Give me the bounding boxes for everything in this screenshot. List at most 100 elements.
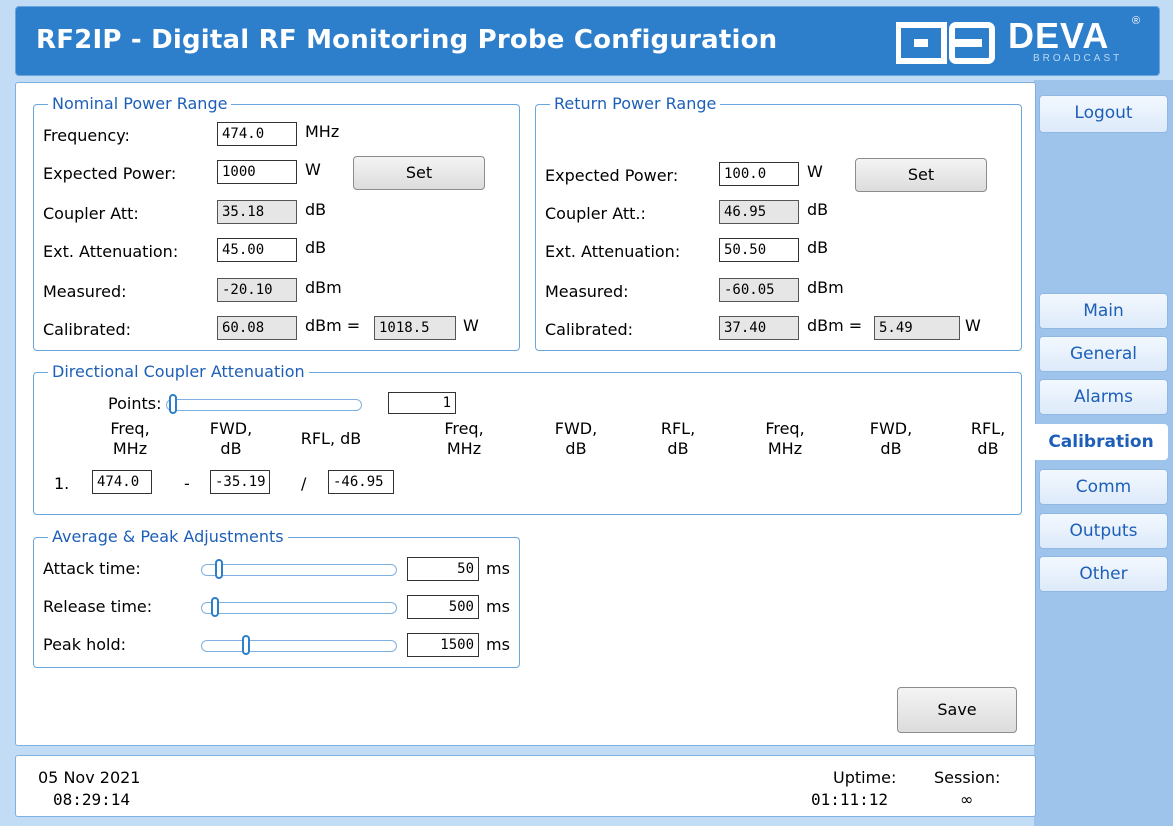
- row1-slash: /: [301, 474, 307, 493]
- average-peak-group: Average & Peak Adjustments Attack time: …: [33, 527, 520, 668]
- tab-general[interactable]: General: [1039, 336, 1168, 372]
- coupler-att-label: Coupler Att:: [43, 204, 139, 223]
- tab-calibration[interactable]: Calibration: [1034, 424, 1168, 460]
- logout-button[interactable]: Logout: [1039, 95, 1168, 133]
- save-button[interactable]: Save: [897, 687, 1017, 733]
- deva-logo-icon: [896, 22, 995, 64]
- return-ext-attenuation-label: Ext. Attenuation:: [545, 242, 681, 261]
- col-header-rfl-3: RFL, dB: [970, 419, 1006, 458]
- points-slider[interactable]: [166, 394, 362, 414]
- return-calibrated-label: Calibrated:: [545, 320, 634, 339]
- col-header-freq-3: Freq, MHz: [765, 419, 805, 458]
- main-panel: Nominal Power Range Frequency: 474.0 MHz…: [15, 82, 1036, 746]
- status-footer: 05 Nov 2021 08:29:14 Uptime: 01:11:12 Se…: [15, 755, 1036, 817]
- return-calibrated-dbm-unit: dBm =: [807, 316, 863, 335]
- return-calibrated-watts-value: 5.49: [874, 316, 960, 340]
- col-header-rfl-2: RFL, dB: [660, 419, 696, 458]
- frequency-label: Frequency:: [43, 126, 130, 145]
- logo-registered: ®: [1132, 15, 1141, 27]
- footer-date: 05 Nov 2021: [38, 768, 141, 787]
- attack-time-unit: ms: [486, 559, 510, 578]
- ext-attenuation-unit: dB: [305, 238, 327, 257]
- peak-hold-input[interactable]: 1500: [407, 633, 479, 657]
- expected-power-unit: W: [305, 160, 321, 179]
- frequency-input[interactable]: 474.0: [217, 122, 297, 146]
- coupler-att-unit: dB: [305, 200, 327, 219]
- col-header-rfl-1: RFL, dB: [300, 429, 362, 448]
- row-index: 1.: [54, 474, 70, 493]
- calibrated-watts-value: 1018.5: [374, 316, 456, 340]
- tab-comm[interactable]: Comm: [1039, 469, 1168, 505]
- peak-hold-slider-thumb[interactable]: [241, 635, 250, 655]
- average-peak-legend: Average & Peak Adjustments: [48, 527, 288, 547]
- peak-hold-unit: ms: [486, 635, 510, 654]
- row1-fwd-input[interactable]: -35.19: [210, 470, 270, 494]
- app-window: RF2IP - Digital RF Monitoring Probe Conf…: [0, 0, 1173, 826]
- return-expected-power-input[interactable]: 100.0: [719, 162, 799, 186]
- release-time-slider[interactable]: [201, 597, 397, 617]
- page-title: RF2IP - Digital RF Monitoring Probe Conf…: [36, 25, 778, 55]
- attack-time-input[interactable]: 50: [407, 557, 479, 581]
- coupler-att-value: 35.18: [217, 200, 297, 224]
- session-value: ∞: [960, 790, 974, 809]
- return-calibrated-watts-unit: W: [965, 316, 981, 335]
- directional-coupler-group: Directional Coupler Attenuation Points: …: [33, 362, 1022, 515]
- calibrated-label: Calibrated:: [43, 320, 132, 339]
- col-header-fwd-1: FWD, dB: [209, 419, 253, 458]
- col-header-fwd-2: FWD, dB: [554, 419, 598, 458]
- return-expected-power-label: Expected Power:: [545, 166, 679, 185]
- footer-time: 08:29:14: [53, 790, 131, 809]
- points-value[interactable]: 1: [388, 392, 456, 414]
- release-time-label: Release time:: [43, 597, 153, 616]
- header-bar: RF2IP - Digital RF Monitoring Probe Conf…: [15, 6, 1160, 76]
- release-time-unit: ms: [486, 597, 510, 616]
- logo-subtext: BROADCAST: [1033, 53, 1123, 64]
- measured-value: -20.10: [217, 278, 297, 302]
- return-measured-value: -60.05: [719, 278, 799, 302]
- return-ext-attenuation-input[interactable]: 50.50: [719, 238, 799, 262]
- expected-power-input[interactable]: 1000: [217, 160, 297, 184]
- measured-label: Measured:: [43, 282, 127, 301]
- return-expected-power-unit: W: [807, 162, 823, 181]
- return-calibrated-dbm-value: 37.40: [719, 316, 799, 340]
- nominal-power-range-legend: Nominal Power Range: [48, 94, 232, 114]
- points-slider-thumb[interactable]: [169, 394, 177, 414]
- col-header-freq-1: Freq, MHz: [110, 419, 150, 458]
- release-time-input[interactable]: 500: [407, 595, 479, 619]
- col-header-freq-2: Freq, MHz: [444, 419, 484, 458]
- tab-outputs[interactable]: Outputs: [1039, 513, 1168, 549]
- row1-dash: -: [184, 474, 190, 493]
- return-power-range-legend: Return Power Range: [550, 94, 721, 114]
- uptime-label: Uptime:: [833, 768, 897, 787]
- peak-hold-slider[interactable]: [201, 635, 397, 655]
- ext-attenuation-label: Ext. Attenuation:: [43, 242, 179, 261]
- points-label: Points:: [108, 394, 162, 413]
- release-time-slider-thumb[interactable]: [211, 597, 220, 617]
- ext-attenuation-input[interactable]: 45.00: [217, 238, 297, 262]
- return-measured-unit: dBm: [807, 278, 844, 297]
- attack-time-slider[interactable]: [201, 559, 397, 579]
- nominal-set-button[interactable]: Set: [353, 156, 485, 190]
- calibrated-watts-unit: W: [463, 316, 479, 335]
- return-coupler-att-unit: dB: [807, 200, 829, 219]
- session-label: Session:: [934, 768, 1001, 787]
- frequency-unit: MHz: [305, 122, 340, 141]
- uptime-value: 01:11:12: [811, 790, 889, 809]
- logo-text: DEVA: [1008, 15, 1110, 56]
- tab-main[interactable]: Main: [1039, 293, 1168, 329]
- attack-time-slider-thumb[interactable]: [214, 559, 223, 579]
- tab-other[interactable]: Other: [1039, 556, 1168, 592]
- attack-time-label: Attack time:: [43, 559, 141, 578]
- col-header-fwd-3: FWD, dB: [869, 419, 913, 458]
- calibrated-dbm-value: 60.08: [217, 316, 297, 340]
- return-coupler-att-value: 46.95: [719, 200, 799, 224]
- deva-logo: DEVA ® BROADCAST: [896, 15, 1151, 67]
- return-set-button[interactable]: Set: [855, 158, 987, 192]
- expected-power-label: Expected Power:: [43, 164, 177, 183]
- row1-freq-input[interactable]: 474.0: [92, 470, 152, 494]
- tab-alarms[interactable]: Alarms: [1039, 379, 1168, 415]
- return-power-range-group: Return Power Range Expected Power: 100.0…: [535, 94, 1022, 351]
- row1-rfl-input[interactable]: -46.95: [328, 470, 394, 494]
- return-measured-label: Measured:: [545, 282, 629, 301]
- nominal-power-range-group: Nominal Power Range Frequency: 474.0 MHz…: [33, 94, 520, 351]
